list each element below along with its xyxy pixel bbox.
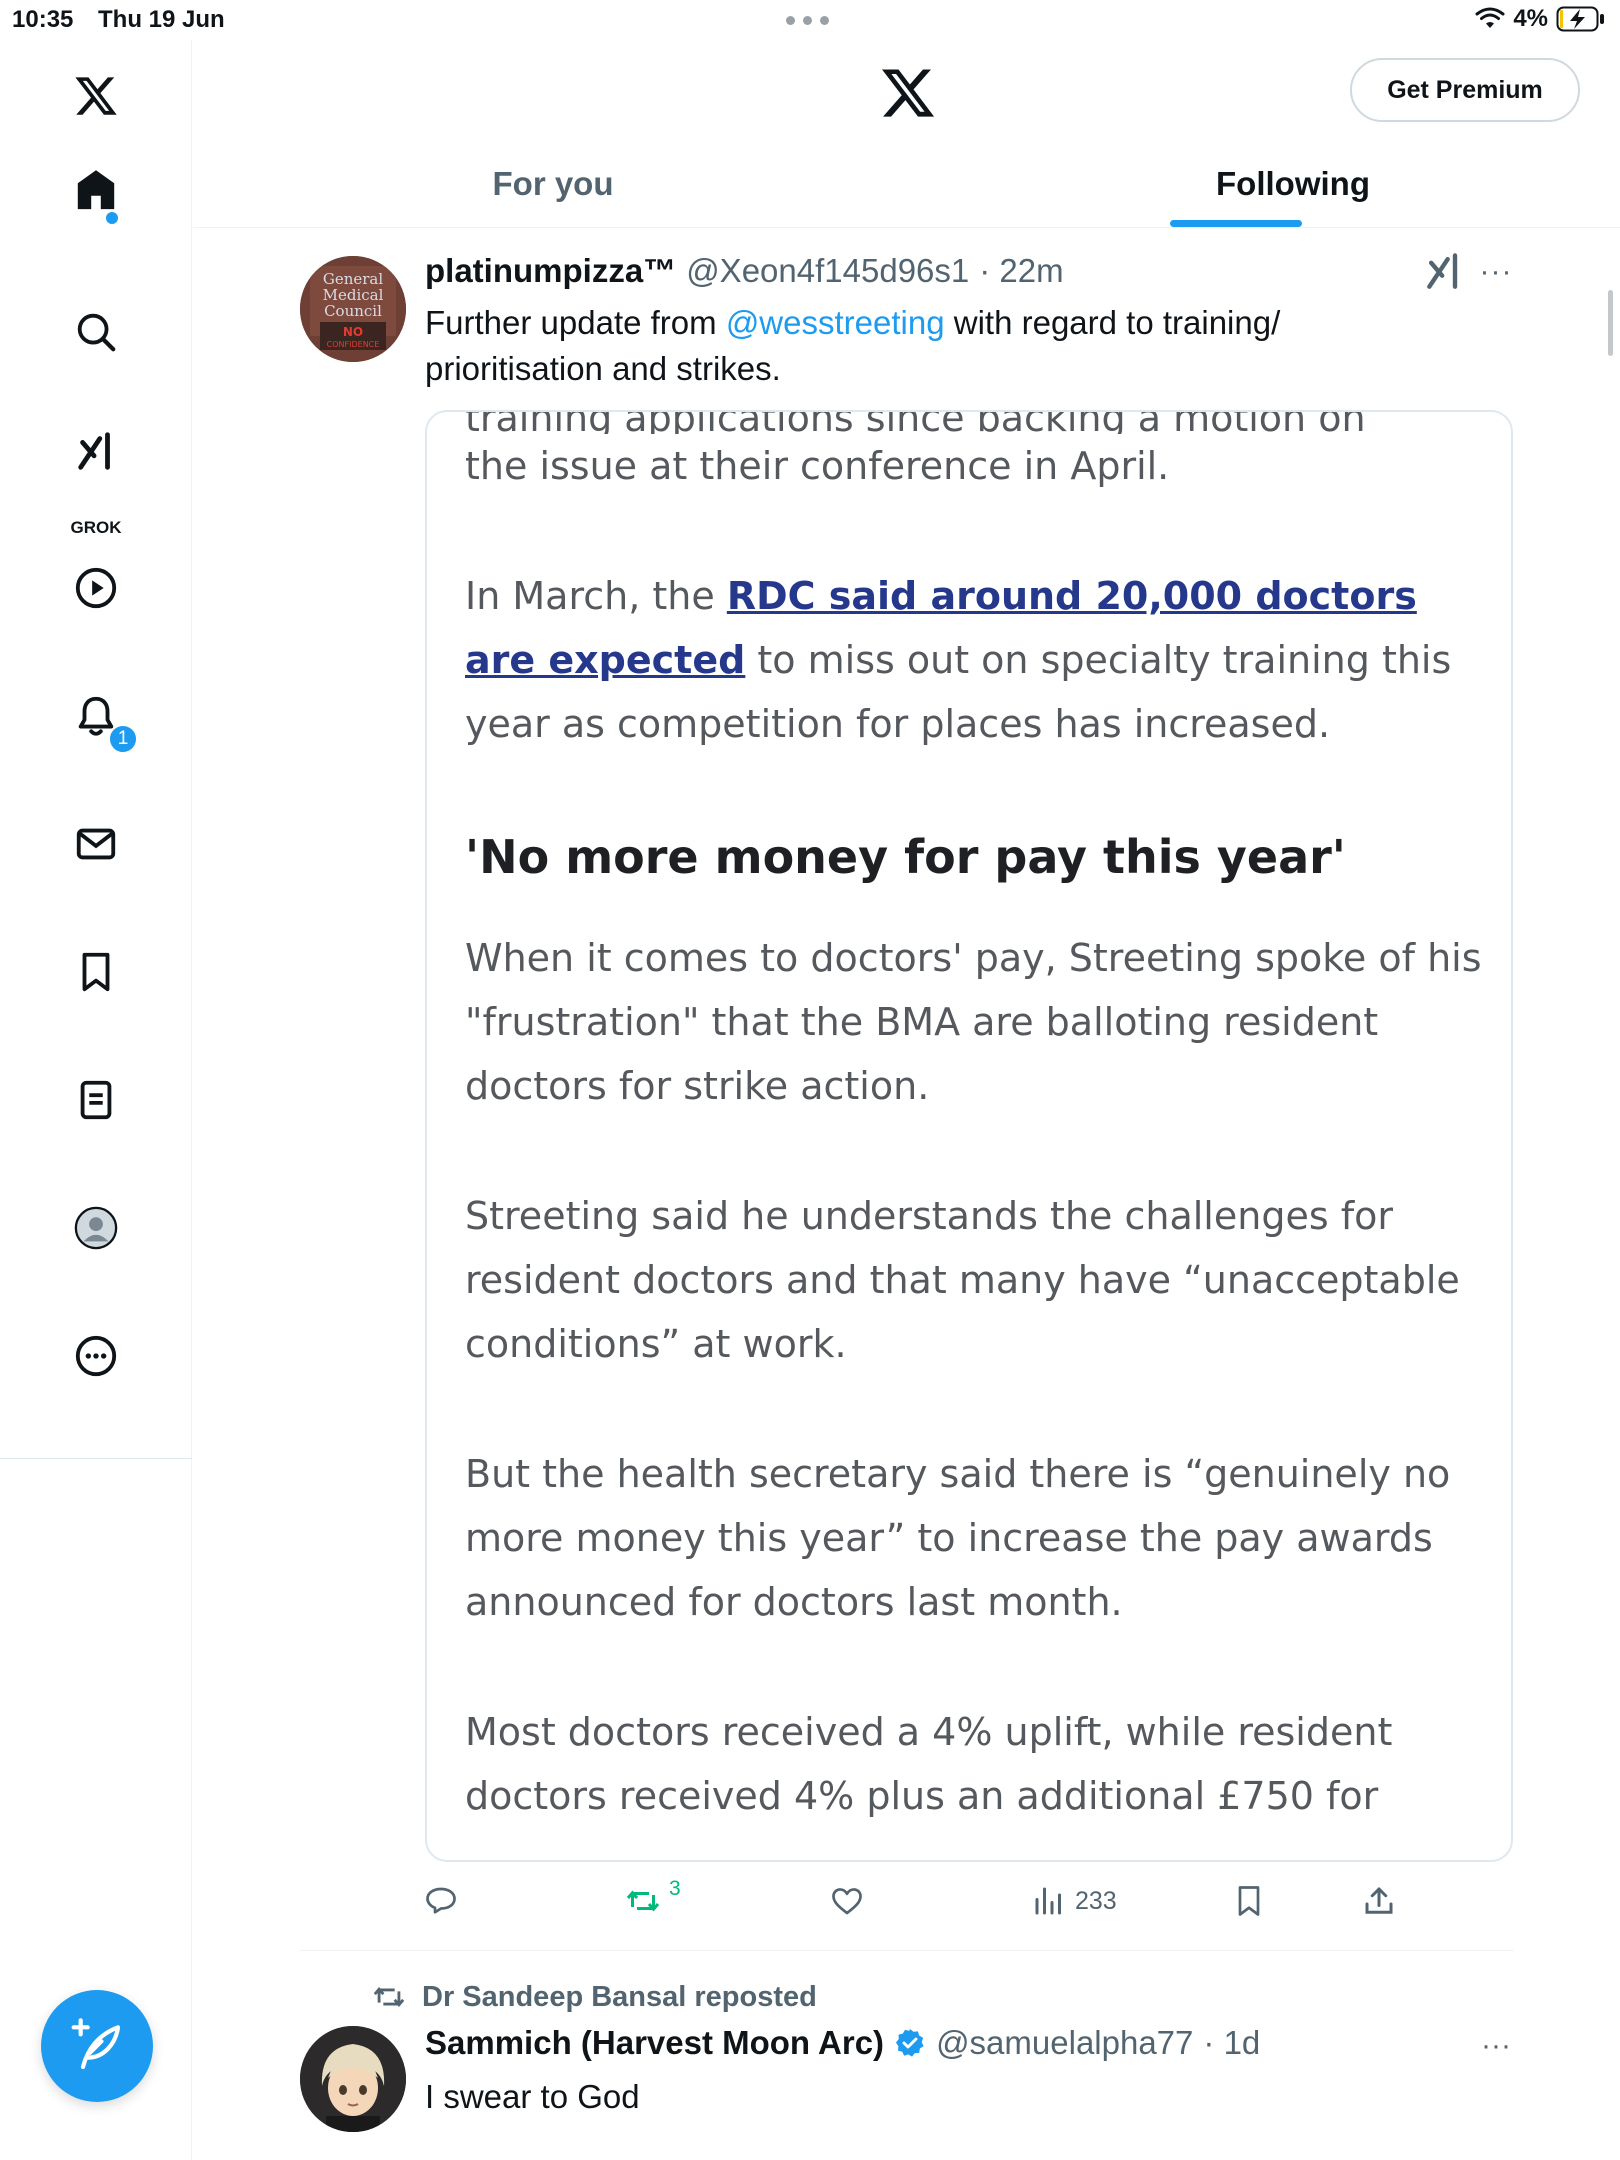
status-date: Thu 19 Jun bbox=[98, 6, 225, 33]
x-logo-header-icon[interactable] bbox=[879, 64, 937, 122]
article-paragraph: the issue at their conference in April. bbox=[465, 444, 1170, 488]
bookmark-icon bbox=[1238, 1886, 1260, 1916]
wifi-icon bbox=[1475, 7, 1505, 28]
messages-envelope-icon[interactable] bbox=[66, 814, 126, 874]
grok-explain-icon[interactable] bbox=[1422, 250, 1466, 294]
avatar-logo-lettering: Council bbox=[324, 302, 382, 320]
status-bar: 10:35 Thu 19 Jun 4% bbox=[0, 0, 1620, 40]
multitasking-dots-icon[interactable] bbox=[786, 16, 832, 26]
notifications-badge: 1 bbox=[108, 724, 138, 754]
compose-post-button[interactable] bbox=[41, 1990, 153, 2102]
article-paragraph: But the health secretary said there is “… bbox=[465, 1452, 1451, 1624]
sidebar-divider bbox=[0, 1458, 192, 1459]
article-cut-line: training applications since backing a mo… bbox=[465, 410, 1366, 434]
scrollbar-indicator[interactable] bbox=[1608, 290, 1613, 356]
active-tab-indicator bbox=[1170, 220, 1302, 227]
tab-for-you[interactable]: For you bbox=[433, 140, 673, 228]
lists-document-icon[interactable] bbox=[66, 1070, 126, 1130]
post-divider bbox=[300, 1950, 1514, 1951]
author-name[interactable]: platinumpizza™ bbox=[425, 252, 676, 290]
article-heading: 'No more money for pay this year' bbox=[465, 830, 1346, 884]
x-logo-icon[interactable] bbox=[66, 66, 126, 126]
left-sidebar: GROK 1 bbox=[0, 40, 192, 2160]
more-options-icon[interactable] bbox=[66, 1326, 126, 1386]
article-paragraph: Most doctors received a 4% uplift, while… bbox=[465, 1710, 1393, 1818]
article-paragraph: In March, the RDC said around 20,000 doc… bbox=[465, 564, 1485, 756]
post-text: I swear to God bbox=[425, 2078, 640, 2115]
post-actions: 3 233 bbox=[425, 1876, 1425, 1926]
repost-icon bbox=[373, 1987, 405, 2007]
share-button[interactable] bbox=[1361, 1876, 1397, 1926]
article-screenshot: training applications since backing a mo… bbox=[465, 410, 1485, 1860]
status-time: 10:35 bbox=[12, 6, 74, 33]
repost-icon bbox=[626, 1890, 660, 1912]
status-right: 4% bbox=[1475, 5, 1606, 33]
repost-count: 3 bbox=[669, 1877, 681, 1900]
grok-icon[interactable] bbox=[66, 422, 126, 482]
post-text: Further update from @wesstreeting with r… bbox=[425, 300, 1365, 392]
bookmark-button[interactable] bbox=[1231, 1876, 1267, 1926]
video-play-icon[interactable] bbox=[66, 558, 126, 618]
avatar[interactable]: General Medical Council NO CONFIDENCE bbox=[300, 256, 406, 362]
search-icon[interactable] bbox=[66, 302, 126, 362]
post-more-icon[interactable]: ··· bbox=[1476, 252, 1516, 292]
share-upload-icon bbox=[1365, 1887, 1393, 1914]
post-header: Sammich (Harvest Moon Arc) @samuelalpha7… bbox=[425, 2024, 1260, 2062]
timeline-header: Get Premium For you Following bbox=[193, 40, 1620, 228]
avatar-logo-lettering: CONFIDENCE bbox=[327, 340, 380, 349]
views-chart-icon bbox=[1035, 1887, 1061, 1915]
repost-context: Dr Sandeep Bansal reposted bbox=[372, 1980, 817, 2014]
views-count: 233 bbox=[1075, 1886, 1117, 1915]
reposted-by[interactable]: Dr Sandeep Bansal reposted bbox=[422, 1981, 817, 2014]
post-image[interactable]: training applications since backing a mo… bbox=[425, 410, 1513, 1862]
article-text-part: In March, the bbox=[465, 574, 727, 618]
post-time[interactable]: · 1d bbox=[1203, 2024, 1260, 2062]
repost-button[interactable]: 3 bbox=[625, 1876, 681, 1926]
battery-percent: 4% bbox=[1513, 5, 1548, 32]
reply-icon bbox=[426, 1887, 456, 1914]
article-paragraph: When it comes to doctors' pay, Streeting… bbox=[465, 936, 1482, 1108]
post-header: platinumpizza™ @Xeon4f145d96s1 · 22m bbox=[425, 252, 1064, 290]
get-premium-button[interactable]: Get Premium bbox=[1350, 58, 1580, 122]
like-button[interactable] bbox=[829, 1876, 865, 1926]
reply-button[interactable] bbox=[423, 1876, 459, 1926]
post-time[interactable]: · 22m bbox=[979, 252, 1063, 290]
home-unread-dot bbox=[106, 212, 118, 224]
profile-avatar-icon[interactable] bbox=[66, 1198, 126, 1258]
avatar-logo-lettering: NO bbox=[343, 325, 363, 339]
author-name[interactable]: Sammich (Harvest Moon Arc) bbox=[425, 2024, 884, 2062]
post-text-part: Further update from bbox=[425, 304, 726, 341]
bookmarks-icon[interactable] bbox=[66, 942, 126, 1002]
author-handle[interactable]: @samuelalpha77 bbox=[936, 2024, 1193, 2062]
avatar[interactable] bbox=[300, 2026, 406, 2132]
verified-badge-icon bbox=[896, 2029, 924, 2057]
views-button[interactable]: 233 bbox=[1031, 1876, 1117, 1926]
grok-label: GROK bbox=[70, 518, 122, 537]
heart-icon bbox=[832, 1888, 862, 1915]
home-icon[interactable] bbox=[66, 160, 126, 220]
compose-feather-icon bbox=[71, 2018, 121, 2070]
mention-link[interactable]: @wesstreeting bbox=[726, 304, 945, 341]
post-more-icon[interactable]: ··· bbox=[1476, 2026, 1516, 2066]
battery-charging-icon bbox=[1556, 6, 1604, 32]
article-paragraph: Streeting said he understands the challe… bbox=[465, 1194, 1460, 1366]
tab-following[interactable]: Following bbox=[1143, 140, 1443, 228]
author-handle[interactable]: @Xeon4f145d96s1 bbox=[686, 252, 969, 290]
